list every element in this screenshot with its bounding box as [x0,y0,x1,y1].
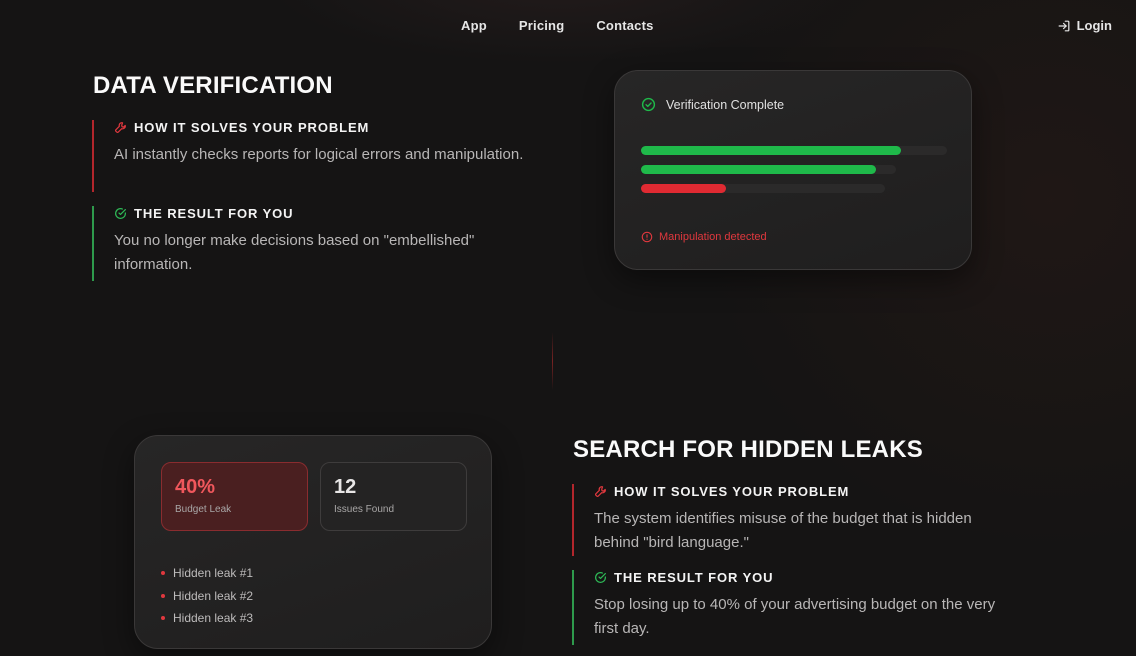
problem-text: The system identifies misuse of the budg… [594,510,972,551]
alert-circle-icon [641,231,653,243]
list-item: Hidden leak #2 [161,585,253,608]
login-button[interactable]: Login [1057,18,1112,33]
issues-found-value: 12 [334,476,357,498]
problem-block: HOW IT SOLVES YOUR PROBLEM AI instantly … [92,120,532,192]
check-circle-icon [115,208,126,219]
problem-text: AI instantly checks reports for logical … [114,146,524,163]
nav-link-pricing[interactable]: Pricing [519,18,564,33]
hidden-leaks-list: Hidden leak #1 Hidden leak #2 Hidden lea… [161,562,253,630]
wrench-icon [594,486,606,498]
bullet-dot [161,616,165,621]
progress-bar-fill [641,165,876,174]
result-block: THE RESULT FOR YOU You no longer make de… [92,206,532,281]
nav-link-contacts[interactable]: Contacts [596,18,653,33]
problem-block: HOW IT SOLVES YOUR PROBLEM The system id… [572,484,1012,556]
issues-found-label: Issues Found [334,504,395,515]
progress-bar [641,146,947,155]
budget-leak-value: 40% [175,476,216,498]
budget-leak-label: Budget Leak [175,504,232,515]
bullet-dot [161,571,165,576]
progress-bar-fill [641,184,727,193]
wrench-icon [114,122,126,134]
result-heading: THE RESULT FOR YOU [594,570,1012,585]
login-label: Login [1076,18,1112,33]
login-arrow-icon [1058,20,1070,31]
nav-link-app[interactable]: App [461,18,487,33]
top-navigation: App Pricing Contacts Login [0,0,1136,52]
list-item: Hidden leak #3 [161,607,253,630]
manipulation-warning-label: Manipulation detected [659,231,767,243]
check-circle-icon [595,572,606,583]
manipulation-warning: Manipulation detected [641,231,767,243]
result-block: THE RESULT FOR YOU Stop losing up to 40%… [572,570,1012,645]
section-divider [552,332,553,390]
result-text: Stop losing up to 40% of your advertisin… [594,596,996,637]
nav-links: App Pricing Contacts [461,18,654,33]
leaks-card: 40% Budget Leak 12 Issues Found Hidden l… [134,435,492,649]
result-heading: THE RESULT FOR YOU [114,206,532,221]
problem-heading: HOW IT SOLVES YOUR PROBLEM [114,120,532,135]
progress-bar-fill [641,146,902,155]
check-circle-icon [641,97,656,112]
budget-leak-stat: 40% Budget Leak [161,462,308,531]
verification-status-label: Verification Complete [666,97,785,112]
problem-heading: HOW IT SOLVES YOUR PROBLEM [594,484,1012,499]
verification-status: Verification Complete [641,97,784,112]
section-title-data-verification: DATA VERIFICATION [93,72,333,99]
progress-bar [641,184,885,193]
section-title-hidden-leaks: SEARCH FOR HIDDEN LEAKS [573,436,923,463]
list-item: Hidden leak #1 [161,562,253,585]
verification-card: Verification Complete Manipulation detec… [614,70,972,270]
progress-bar [641,165,896,174]
result-text: You no longer make decisions based on "e… [114,232,475,273]
issues-found-stat: 12 Issues Found [320,462,467,531]
bullet-dot [161,593,165,598]
